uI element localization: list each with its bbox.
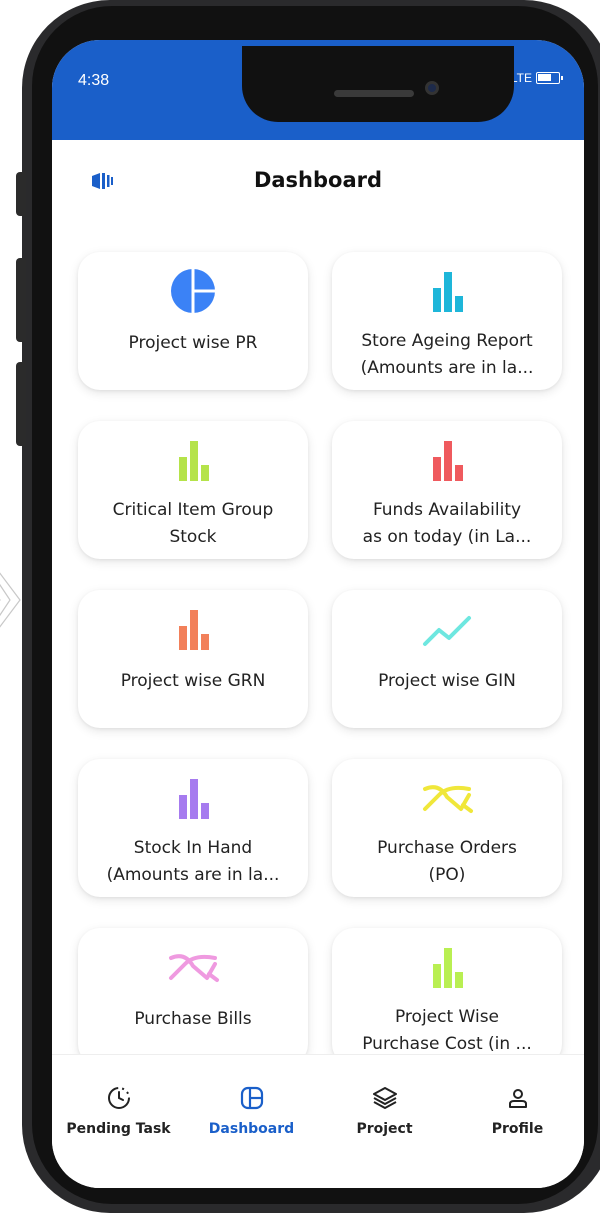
card-icon-wrap bbox=[78, 437, 308, 483]
page-title: Dashboard bbox=[253, 168, 383, 192]
card-label-line1: Project wise GRN bbox=[120, 671, 266, 691]
card-icon-wrap bbox=[332, 606, 562, 652]
card-label-line2: as on today (in La... bbox=[362, 527, 532, 547]
bar-chart-icon bbox=[433, 441, 463, 481]
card-label-line1: Funds Availability bbox=[372, 500, 522, 520]
card-label-line1: Project wise PR bbox=[128, 333, 258, 353]
phone-notch bbox=[242, 46, 514, 122]
card-label: Project wise PR bbox=[88, 330, 298, 357]
clock-icon bbox=[107, 1087, 130, 1109]
battery-level bbox=[538, 74, 551, 81]
dashboard-card[interactable]: Project wise PR bbox=[78, 252, 308, 390]
card-icon-wrap bbox=[332, 775, 562, 821]
card-icon-wrap bbox=[78, 775, 308, 821]
pie-chart-icon bbox=[171, 269, 215, 313]
card-label: Funds Availability as on today (in La... bbox=[342, 497, 552, 551]
card-label-line2: (Amounts are in la... bbox=[360, 358, 534, 378]
app-header: Dashboard bbox=[52, 140, 584, 220]
card-label: Project wise GRN bbox=[88, 668, 298, 695]
card-label-line1: Purchase Orders bbox=[377, 838, 517, 858]
nav-label: Project bbox=[356, 1121, 413, 1137]
dashboard-card[interactable]: Project wise GIN bbox=[332, 590, 562, 728]
status-time: 4:38 bbox=[78, 72, 110, 89]
card-icon-wrap bbox=[332, 268, 562, 314]
nav-item-dashboard[interactable]: Dashboard bbox=[185, 1083, 318, 1137]
card-label-line1: Store Ageing Report bbox=[361, 331, 533, 351]
card-label-line2: (PO) bbox=[428, 865, 466, 885]
card-icon-wrap bbox=[78, 944, 308, 990]
crossing-lines-icon bbox=[423, 785, 473, 813]
nav-item-project[interactable]: Project bbox=[318, 1083, 451, 1137]
card-label-line1: Stock In Hand bbox=[133, 838, 253, 858]
layers-icon bbox=[372, 1087, 397, 1109]
network-type: LTE bbox=[510, 71, 532, 85]
card-label-line2: (Amounts are in la... bbox=[106, 865, 280, 885]
card-icon-wrap bbox=[332, 944, 562, 990]
dashboard-card[interactable]: Store Ageing Report (Amounts are in la... bbox=[332, 252, 562, 390]
dashboard-card[interactable]: Purchase Orders (PO) bbox=[332, 759, 562, 897]
bar-chart-icon bbox=[433, 948, 463, 988]
dashboard-grid-icon bbox=[240, 1086, 263, 1110]
bar-chart-icon bbox=[179, 610, 209, 650]
nav-item-pending-task[interactable]: Pending Task bbox=[52, 1083, 185, 1137]
card-label: Store Ageing Report (Amounts are in la... bbox=[342, 328, 552, 382]
card-label-line2: Stock bbox=[169, 527, 217, 547]
card-label-line1: Purchase Bills bbox=[134, 1009, 252, 1029]
nav-label: Pending Task bbox=[66, 1121, 171, 1137]
card-icon-wrap bbox=[78, 606, 308, 652]
page: 4:38 LTE Dashboard Project wise PR Store … bbox=[0, 0, 600, 1213]
dashboard-card[interactable]: Funds Availability as on today (in La... bbox=[332, 421, 562, 559]
bar-chart-icon bbox=[179, 779, 209, 819]
person-icon bbox=[508, 1089, 527, 1108]
card-icon-wrap bbox=[332, 437, 562, 483]
card-label: Critical Item Group Stock bbox=[88, 497, 298, 551]
card-label-line1: Project Wise bbox=[394, 1007, 500, 1027]
card-label-line1: Critical Item Group bbox=[112, 500, 274, 520]
card-icon-wrap bbox=[78, 268, 308, 314]
crossing-lines-icon bbox=[169, 954, 219, 982]
bar-chart-icon bbox=[179, 441, 209, 481]
nav-label: Profile bbox=[491, 1121, 544, 1137]
bottom-navigation: Pending Task Dashboard Project Profile bbox=[52, 1054, 584, 1188]
front-camera bbox=[425, 81, 439, 95]
battery-icon bbox=[536, 72, 563, 84]
volume-up-button bbox=[16, 258, 26, 342]
card-label-line1: Project wise GIN bbox=[378, 671, 516, 691]
trend-line-icon bbox=[423, 616, 471, 646]
nav-label: Dashboard bbox=[208, 1121, 295, 1137]
mute-switch bbox=[16, 172, 26, 216]
dashboard-card[interactable]: Project wise GRN bbox=[78, 590, 308, 728]
volume-down-button bbox=[16, 362, 26, 446]
card-label: Project Wise Purchase Cost (in ... bbox=[342, 1004, 552, 1058]
nav-item-profile[interactable]: Profile bbox=[451, 1083, 584, 1137]
card-label: Purchase Orders (PO) bbox=[342, 835, 552, 889]
card-label: Purchase Bills bbox=[88, 1006, 298, 1033]
dashboard-card[interactable]: Critical Item Group Stock bbox=[78, 421, 308, 559]
dashboard-card[interactable]: Project Wise Purchase Cost (in ... bbox=[332, 928, 562, 1066]
phone-screen: 4:38 LTE Dashboard Project wise PR Store … bbox=[52, 40, 584, 1188]
card-label: Project wise GIN bbox=[342, 668, 552, 695]
dashboard-card[interactable]: Stock In Hand (Amounts are in la... bbox=[78, 759, 308, 897]
bar-chart-icon bbox=[433, 272, 463, 312]
card-label: Stock In Hand (Amounts are in la... bbox=[88, 835, 298, 889]
dashboard-card[interactable]: Purchase Bills bbox=[78, 928, 308, 1066]
speaker-grille bbox=[334, 90, 414, 97]
